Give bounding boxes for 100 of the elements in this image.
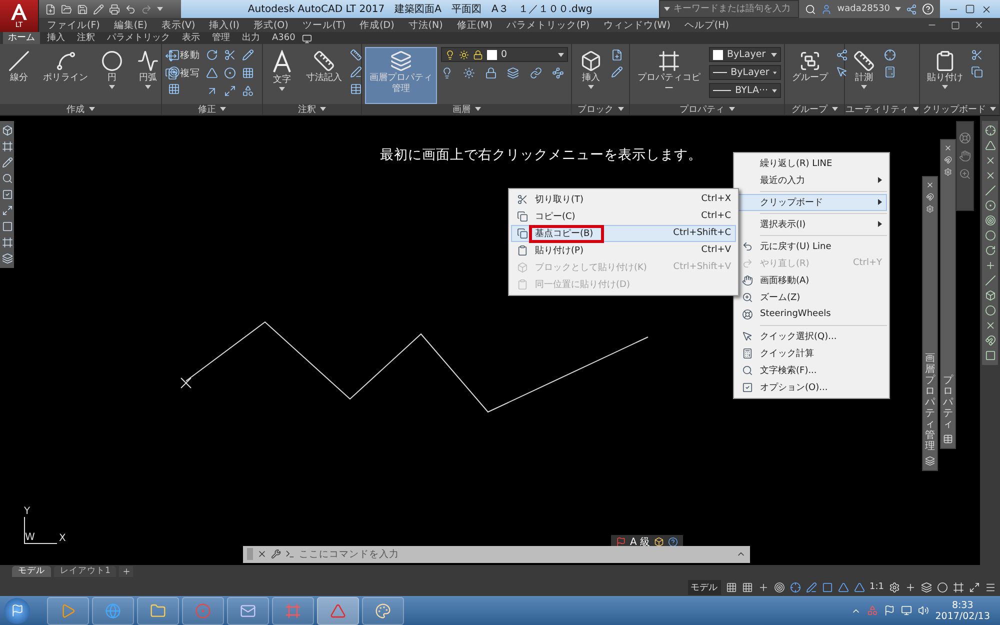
ribbon-small-tool[interactable]: 移動	[165, 49, 200, 62]
close-icon[interactable]	[944, 144, 952, 152]
layer-off-icon[interactable]	[441, 67, 453, 79]
context-menu-item[interactable]: 文字検索(F)...	[736, 362, 887, 379]
linear-dimension-icon[interactable]	[350, 49, 362, 61]
close-icon[interactable]	[257, 549, 267, 560]
restore-icon[interactable]	[951, 20, 960, 30]
close-icon[interactable]	[981, 4, 992, 14]
ribbon-tool-button[interactable]: 円	[96, 47, 128, 92]
context-menu-item[interactable]: ズーム(Z)	[736, 288, 887, 306]
box-icon[interactable]	[654, 536, 664, 547]
lineweight-icon[interactable]	[806, 582, 817, 593]
settings-icon[interactable]	[926, 204, 934, 213]
steering-wheel-icon[interactable]	[959, 132, 971, 144]
command-input-field[interactable]: ここにコマンドを入力	[299, 548, 732, 560]
menu-item[interactable]: パラメトリック(P)	[506, 18, 590, 32]
panel-title[interactable]: 作成	[66, 102, 84, 116]
open-folder-icon[interactable]	[61, 4, 72, 14]
properties-icon[interactable]	[943, 434, 953, 444]
context-menu-item[interactable]: クリップボード	[736, 194, 887, 211]
layout-tab[interactable]: モデル	[12, 566, 51, 578]
spell-check-icon[interactable]	[2, 188, 12, 200]
copy-icon[interactable]	[971, 66, 983, 78]
ribbon-tab[interactable]: ホーム	[3, 32, 40, 44]
grip-handle[interactable]	[247, 548, 253, 560]
center-icon[interactable]	[984, 200, 996, 211]
menu-item[interactable]: 形式(O)	[253, 18, 288, 32]
ribbon-tab[interactable]: 注釈	[72, 32, 100, 44]
help-icon[interactable]	[668, 536, 678, 547]
layer-lock-icon[interactable]	[485, 67, 498, 79]
create-block-icon[interactable]	[611, 49, 623, 61]
calculator-icon[interactable]	[884, 66, 896, 78]
layer-match-icon[interactable]	[507, 67, 520, 79]
perpendicular-icon[interactable]	[984, 260, 996, 271]
print-icon[interactable]	[109, 4, 120, 14]
layer-dropdown[interactable]: 0	[441, 47, 568, 62]
ribbon-tool-button[interactable]: ポリライン	[39, 47, 92, 87]
midpoint-icon[interactable]	[984, 140, 996, 151]
ribbon-tool-button[interactable]: 寸法記入	[302, 47, 346, 87]
wrench-icon[interactable]	[271, 549, 281, 560]
layers-icon[interactable]	[925, 456, 935, 466]
layer-current-icon[interactable]	[552, 67, 564, 79]
frame-icon[interactable]	[984, 350, 996, 361]
ribbon-tool-button[interactable]: グループ	[788, 47, 832, 87]
menu-item[interactable]: ヘルプ(H)	[684, 18, 729, 32]
parallel-icon[interactable]	[984, 274, 996, 286]
new-file-icon[interactable]	[45, 4, 56, 14]
pin-icon[interactable]	[926, 192, 934, 201]
save-as-icon[interactable]	[93, 4, 104, 14]
nearest-icon[interactable]	[984, 304, 996, 316]
node-icon[interactable]	[984, 214, 996, 226]
tangent-icon[interactable]	[984, 244, 996, 256]
none-icon[interactable]	[984, 320, 996, 331]
scale-icon[interactable]	[224, 85, 236, 97]
line-dropdown[interactable]: BYLA···	[709, 83, 781, 98]
context-menu-item[interactable]: 最近の入力	[736, 172, 887, 189]
taskbar-button[interactable]	[137, 596, 179, 625]
layer-isolate-icon[interactable]	[530, 67, 542, 79]
stretch-icon[interactable]	[206, 85, 218, 97]
ribbon-tool-button[interactable]: 計測	[848, 47, 880, 92]
ribbon-tab[interactable]: A360	[267, 32, 300, 44]
command-prompt-icon[interactable]	[285, 549, 295, 560]
rectangle-icon[interactable]	[168, 49, 180, 61]
extension-icon[interactable]	[984, 184, 996, 196]
taskbar-button[interactable]	[362, 596, 404, 625]
menu-item[interactable]: ツール(T)	[302, 18, 346, 32]
grid-icon[interactable]	[726, 582, 737, 593]
polar-icon[interactable]	[774, 582, 785, 593]
submenu-item[interactable]: 貼り付け(P) Ctrl+V	[511, 242, 736, 259]
context-menu-item[interactable]: SteeringWheels	[736, 306, 887, 323]
menu-item[interactable]: ファイル(F)	[47, 18, 100, 32]
line-dropdown[interactable]: ByLayer	[709, 65, 781, 80]
quadrant-icon[interactable]	[984, 230, 996, 241]
submenu-item[interactable]: コピー(C) Ctrl+C	[511, 208, 736, 225]
user-icon[interactable]	[821, 4, 832, 14]
save-icon[interactable]	[77, 4, 88, 14]
ortho-icon[interactable]	[758, 582, 769, 593]
insert-icon[interactable]	[984, 290, 996, 301]
panel-title[interactable]: 画層	[452, 102, 470, 116]
edit-text-icon[interactable]	[2, 156, 12, 168]
ribbon-tool-button[interactable]: 線分	[3, 47, 35, 87]
menu-item[interactable]: 挿入(I)	[209, 18, 240, 32]
flag-icon[interactable]	[616, 536, 626, 547]
plus-icon[interactable]	[905, 582, 916, 593]
menu-item[interactable]: ウィンドウ(W)	[604, 18, 670, 32]
workspace-icon[interactable]	[921, 582, 932, 593]
hatch-icon[interactable]	[168, 83, 180, 95]
ribbon-tool-button[interactable]: 貼り付け	[923, 47, 967, 92]
snap-settings-icon[interactable]	[984, 334, 996, 346]
erase-icon[interactable]	[242, 49, 254, 61]
menu-item[interactable]: 寸法(N)	[408, 18, 443, 32]
menu-icon[interactable]	[985, 582, 996, 593]
context-menu-item[interactable]: 繰り返し(R) LINE	[736, 154, 887, 172]
menu-item[interactable]: 作成(D)	[360, 18, 394, 32]
apparent-icon[interactable]	[984, 170, 996, 181]
ribbon-small-tool[interactable]: 複写	[165, 67, 200, 80]
leader-icon[interactable]	[350, 66, 362, 78]
close-icon[interactable]	[926, 180, 934, 189]
panel-toggle-icon[interactable]	[302, 34, 312, 44]
settings-icon[interactable]	[944, 168, 952, 176]
